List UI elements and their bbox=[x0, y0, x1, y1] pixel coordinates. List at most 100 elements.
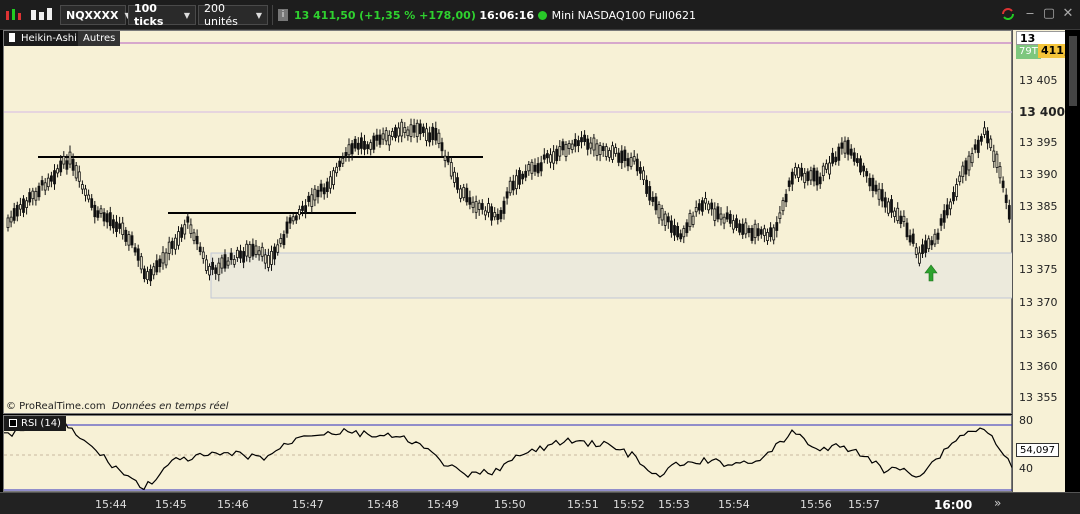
candle-body bbox=[462, 187, 466, 199]
candle-body bbox=[936, 232, 940, 240]
price-axis[interactable]: 13 411,06 79T 411,00 13 40513 40013 3951… bbox=[1012, 30, 1080, 492]
candle-body bbox=[787, 180, 791, 187]
time-tick-label: 15:53 bbox=[658, 498, 690, 511]
candle-body bbox=[883, 197, 887, 208]
candle-body bbox=[896, 207, 900, 221]
candle-body bbox=[555, 148, 559, 162]
rsi-label: RSI (14) bbox=[21, 418, 61, 429]
candle-body bbox=[989, 138, 993, 149]
candle-body bbox=[431, 126, 435, 141]
candle-body bbox=[446, 157, 450, 163]
rsi-panel[interactable]: RSI (14) bbox=[3, 415, 1013, 493]
candle-body bbox=[108, 212, 112, 227]
chart-type-chip[interactable]: Heikin-Ashi bbox=[4, 31, 82, 46]
candle-body bbox=[899, 215, 903, 224]
candle-body bbox=[384, 130, 388, 142]
candle-body bbox=[970, 153, 974, 164]
maximize-icon[interactable]: ▢ bbox=[1041, 6, 1057, 22]
candle-body bbox=[781, 200, 785, 212]
candle-body bbox=[846, 139, 850, 155]
minimize-icon[interactable]: ‒ bbox=[1022, 6, 1038, 22]
candle-body bbox=[815, 170, 819, 186]
candle-body bbox=[632, 156, 636, 162]
candle-body bbox=[552, 151, 555, 164]
candle-body bbox=[180, 227, 184, 238]
candle-body bbox=[90, 198, 94, 208]
scroll-right-icon[interactable]: » bbox=[994, 496, 1001, 510]
candle-body bbox=[589, 142, 593, 149]
candle-body bbox=[697, 203, 701, 211]
candle-body bbox=[834, 156, 838, 163]
ticks-label: 100 ticks bbox=[134, 2, 164, 28]
candle-body bbox=[794, 166, 797, 176]
candle-body bbox=[297, 209, 301, 216]
candle-body bbox=[285, 221, 289, 234]
candle-body bbox=[211, 261, 215, 270]
candle-body bbox=[9, 216, 13, 223]
candle-body bbox=[685, 222, 689, 234]
ticks-select[interactable]: 100 ticks ▼ bbox=[128, 2, 196, 28]
info-icon[interactable]: i bbox=[278, 5, 288, 25]
candle-body bbox=[952, 192, 955, 202]
candle-body bbox=[778, 212, 782, 219]
candle-body bbox=[902, 215, 906, 222]
candle-body bbox=[670, 220, 673, 233]
candle-body bbox=[570, 143, 574, 150]
candle-body bbox=[124, 229, 128, 242]
candle-body bbox=[601, 146, 605, 151]
rsi-chart[interactable] bbox=[4, 416, 1013, 493]
candle-body bbox=[973, 144, 977, 150]
candle-body bbox=[750, 228, 754, 241]
sync-icon[interactable] bbox=[1000, 6, 1016, 22]
vertical-scrollbar[interactable] bbox=[1065, 30, 1080, 492]
others-chip[interactable]: Autres bbox=[78, 31, 121, 46]
candle-body bbox=[611, 145, 614, 160]
candle-body bbox=[1007, 205, 1011, 220]
candle-body bbox=[694, 207, 698, 213]
price-chart-panel[interactable]: Heikin-Ashi Autres © ProRealTime.com Don… bbox=[3, 30, 1014, 415]
candle-body bbox=[676, 225, 679, 238]
candle-body bbox=[809, 170, 813, 181]
candle-body bbox=[961, 165, 965, 177]
candle-body bbox=[18, 204, 22, 210]
support-zone bbox=[210, 252, 1014, 299]
candle-body bbox=[40, 180, 44, 186]
candle-body bbox=[217, 262, 221, 276]
candle-body bbox=[65, 160, 69, 170]
candle-body bbox=[983, 127, 986, 135]
candle-body bbox=[933, 233, 937, 245]
units-select[interactable]: 200 unités ▼ bbox=[198, 2, 268, 28]
rsi-chip[interactable]: RSI (14) bbox=[4, 416, 66, 431]
candlestick-icon[interactable] bbox=[4, 5, 24, 25]
candle-body bbox=[704, 198, 707, 204]
candle-body bbox=[397, 127, 401, 137]
candle-body bbox=[189, 224, 193, 234]
candle-body bbox=[381, 133, 385, 140]
candle-body bbox=[880, 189, 884, 202]
candle-body bbox=[208, 265, 211, 276]
price-chart[interactable] bbox=[4, 31, 1014, 415]
candle-body bbox=[490, 206, 494, 221]
candle-body bbox=[546, 153, 549, 159]
price-tick-label: 13 385 bbox=[1019, 200, 1058, 213]
symbol-select[interactable]: NQXXXX▼ bbox=[60, 5, 131, 25]
candle-body bbox=[741, 223, 745, 235]
close-icon[interactable]: ✕ bbox=[1060, 6, 1076, 22]
candle-body bbox=[871, 177, 875, 191]
candle-body bbox=[756, 228, 760, 237]
candle-body bbox=[614, 147, 617, 154]
candle-body bbox=[294, 215, 298, 221]
candle-body bbox=[797, 167, 800, 178]
candle-body bbox=[356, 142, 360, 150]
chart-type-icon[interactable] bbox=[30, 5, 54, 25]
candle-body bbox=[452, 171, 456, 183]
candle-body bbox=[849, 148, 853, 156]
candle-body bbox=[577, 140, 580, 147]
candle-body bbox=[456, 177, 459, 190]
candle-body bbox=[288, 217, 292, 224]
candle-body bbox=[673, 225, 676, 236]
candle-body bbox=[688, 213, 692, 228]
time-axis[interactable]: 15:44 15:45 15:46 15:47 15:48 15:49 15:50 15:51… bbox=[0, 492, 1080, 514]
candle-body bbox=[115, 221, 118, 232]
scrollbar-thumb[interactable] bbox=[1069, 36, 1077, 106]
